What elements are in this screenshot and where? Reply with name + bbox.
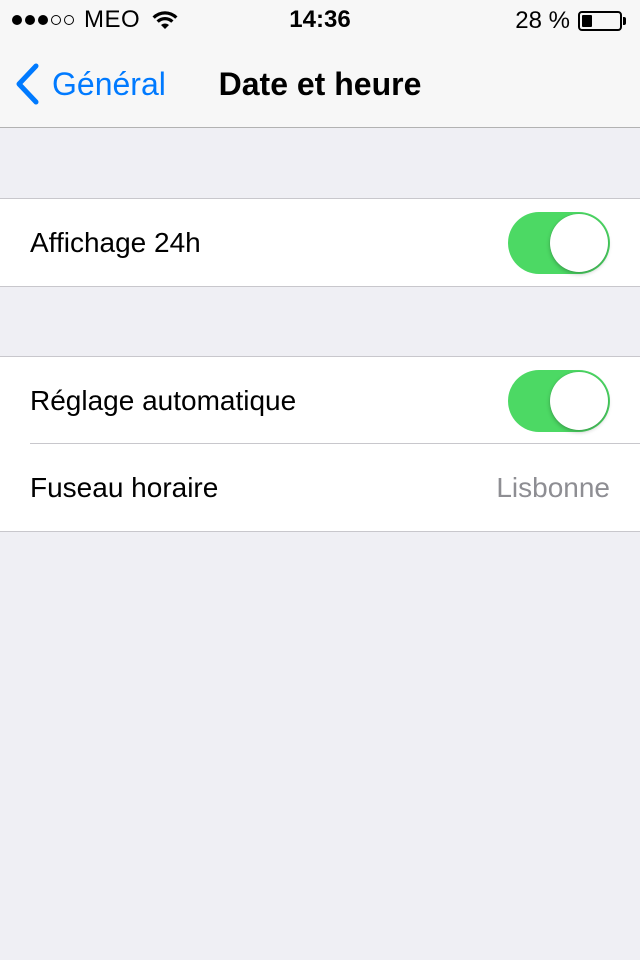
settings-row-label: Fuseau horaire: [30, 471, 219, 503]
settings-row-label: Affichage 24h: [30, 226, 201, 258]
battery-cap: [623, 17, 626, 25]
page-title: Date et heure: [218, 66, 422, 102]
toggle-knob: [550, 213, 608, 272]
settings-group-display: Affichage 24h: [0, 198, 640, 287]
timezone-value: Lisbonne: [496, 471, 610, 503]
battery-percent: 28 %: [515, 7, 570, 34]
navigation-bar: Général Date et heure: [0, 40, 640, 128]
settings-row-24h[interactable]: Affichage 24h: [0, 199, 640, 286]
battery-icon: [578, 11, 622, 31]
settings-group-time: Réglage automatique Fuseau horaire Lisbo…: [0, 356, 640, 532]
toggle-24h[interactable]: [508, 211, 610, 274]
settings-row-label: Réglage automatique: [30, 384, 297, 416]
toggle-knob: [550, 371, 608, 430]
status-right: 28 %: [515, 7, 626, 35]
battery-level: [582, 15, 593, 27]
settings-row-auto[interactable]: Réglage automatique: [0, 357, 640, 444]
settings-row-timezone[interactable]: Fuseau horaire Lisbonne: [0, 444, 640, 531]
status-bar: MEO 14:36 28 %: [0, 0, 640, 40]
toggle-auto-set[interactable]: [508, 369, 610, 432]
